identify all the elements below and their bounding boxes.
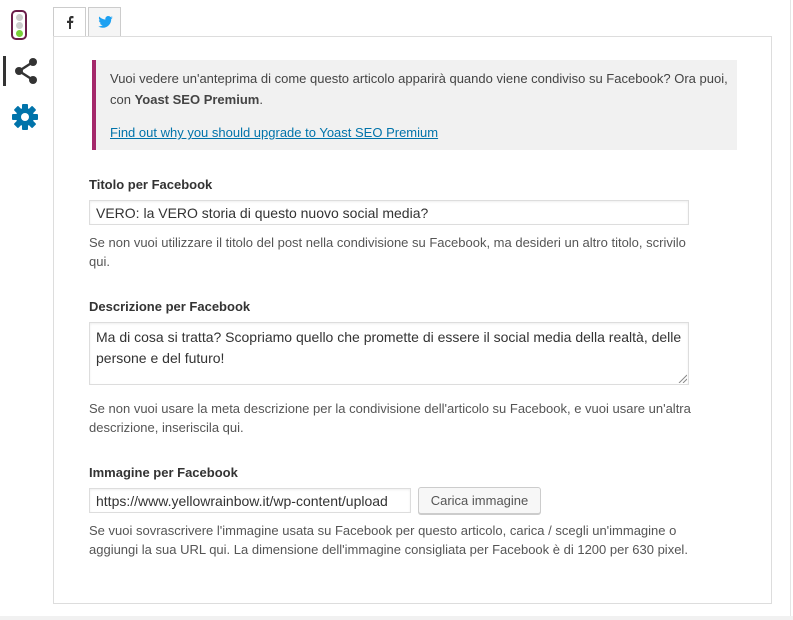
bottom-edge-divider bbox=[0, 616, 793, 620]
description-textarea[interactable]: Ma di cosa si tratta? Scopriamo quello c… bbox=[89, 322, 689, 385]
tab-facebook[interactable] bbox=[53, 7, 86, 37]
title-input[interactable] bbox=[89, 200, 689, 225]
image-url-input[interactable] bbox=[89, 488, 411, 513]
twitter-icon bbox=[98, 16, 113, 28]
upgrade-link[interactable]: Find out why you should upgrade to Yoast… bbox=[110, 122, 438, 143]
social-tab[interactable] bbox=[0, 52, 46, 92]
right-edge-divider bbox=[790, 0, 791, 620]
title-label: Titolo per Facebook bbox=[89, 177, 213, 192]
resize-grip-icon[interactable] bbox=[678, 374, 687, 383]
facebook-settings-panel: Vuoi vedere un'anteprima di come questo … bbox=[53, 36, 772, 604]
notice-strong: Yoast SEO Premium bbox=[134, 92, 260, 107]
readability-tab[interactable] bbox=[0, 2, 46, 42]
gear-icon bbox=[12, 104, 38, 130]
premium-notice: Vuoi vedere un'anteprima di come questo … bbox=[92, 60, 737, 150]
tab-twitter[interactable] bbox=[88, 7, 121, 36]
yoast-sidebar bbox=[0, 0, 46, 620]
facebook-icon bbox=[67, 16, 74, 29]
image-help: Se vuoi sovrascrivere l'immagine usata s… bbox=[89, 523, 688, 557]
description-label: Descrizione per Facebook bbox=[89, 299, 251, 314]
image-label: Immagine per Facebook bbox=[89, 465, 238, 480]
advanced-tab[interactable] bbox=[0, 97, 46, 137]
notice-text: Vuoi vedere un'anteprima di come questo … bbox=[110, 71, 728, 107]
upload-image-button[interactable]: Carica immagine bbox=[418, 487, 541, 514]
share-icon bbox=[15, 58, 37, 84]
active-indicator bbox=[3, 56, 6, 86]
traffic-light-icon bbox=[11, 10, 27, 40]
description-help: Se non vuoi usare la meta descrizione pe… bbox=[89, 401, 691, 435]
title-help: Se non vuoi utilizzare il titolo del pos… bbox=[89, 235, 686, 269]
